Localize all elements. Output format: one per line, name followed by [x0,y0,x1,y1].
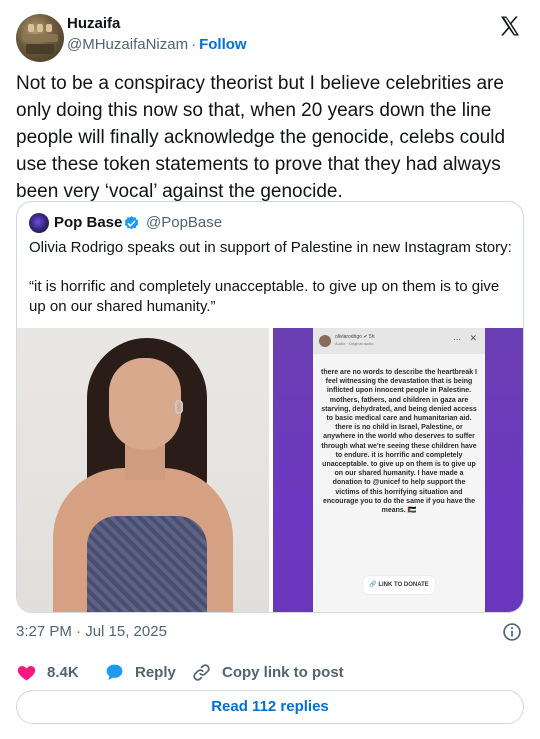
story-username: oliviarodrigo ✔ 5h [335,334,375,340]
reply-button[interactable]: Reply [104,660,176,684]
tweet-timestamp[interactable]: 3:27 PM · Jul 15, 2025 [16,623,167,640]
author-name[interactable]: Huzaifa [67,15,120,32]
action-bar: 8.4K Reply Copy link to post [16,660,524,684]
quote-statement: “it is horrific and completely unaccepta… [29,278,500,315]
story-header: oliviarodrigo ✔ 5h Audio · Original audi… [313,328,485,354]
verified-badge-icon [124,216,139,230]
story-text: there are no words to describe the heart… [321,369,477,515]
like-button[interactable]: 8.4K [16,660,79,684]
story-avatar [319,335,331,347]
close-icon: ✕ [469,333,477,343]
instagram-story-screenshot[interactable]: oliviarodrigo ✔ 5h Audio · Original audi… [273,328,523,612]
quote-media[interactable]: oliviarodrigo ✔ 5h Audio · Original audi… [17,328,523,612]
author-handle-row: @MHuzaifaNizam · Follow [67,36,247,53]
tweet-card: Huzaifa @MHuzaifaNizam · Follow Not to be … [0,0,540,739]
copy-link-button[interactable]: Copy link to post [191,660,344,684]
like-count: 8.4K [47,663,79,681]
quoted-tweet[interactable]: Pop Base @PopBase Olivia Rodrigo speaks … [16,201,524,613]
story-panel: oliviarodrigo ✔ 5h Audio · Original audi… [313,328,485,612]
quote-author-avatar[interactable] [29,213,49,233]
follow-button[interactable]: Follow [199,36,247,53]
story-subtitle: Audio · Original audio [335,341,374,346]
reply-bubble-icon [106,664,123,680]
heart-icon [17,665,36,680]
photo-olivia-rodrigo[interactable] [17,328,269,612]
more-dots-icon: ⋯ [453,335,461,344]
quote-author-name[interactable]: Pop Base [54,214,122,231]
quote-author-handle[interactable]: @PopBase [146,214,222,231]
info-icon[interactable] [502,622,522,642]
author-handle[interactable]: @MHuzaifaNizam [67,36,188,53]
story-donate-link: 🔗 LINK TO DONATE [363,576,435,594]
author-avatar[interactable] [16,14,64,62]
quote-text: Olivia Rodrigo speaks out in support of … [29,239,512,256]
copy-link-label: Copy link to post [222,663,344,681]
tweet-text: Not to be a conspiracy theorist but I be… [16,73,506,202]
reply-label: Reply [135,663,176,681]
link-icon [193,663,210,681]
x-logo-icon[interactable] [498,14,522,38]
handle-separator: · [191,36,197,53]
read-replies-button[interactable]: Read 112 replies [16,690,524,724]
